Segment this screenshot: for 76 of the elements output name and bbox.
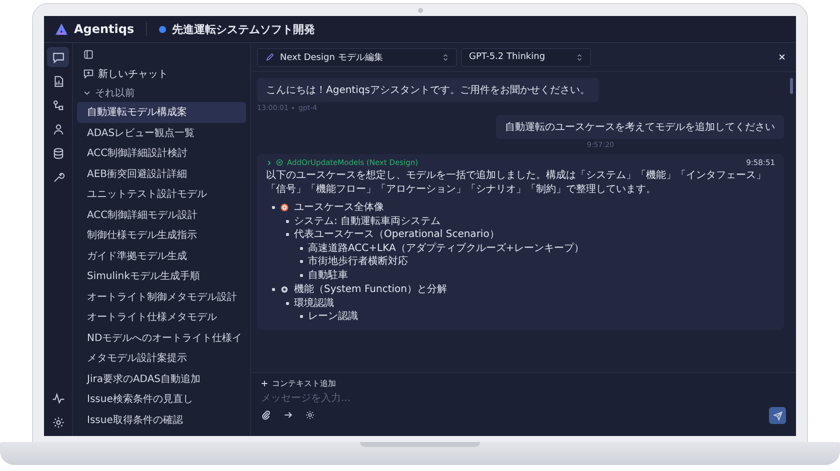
user-message: 自動運転のユースケースを考えてモデルを追加してください (496, 115, 784, 139)
send-icon (772, 410, 782, 420)
project-title: 先進運転システムソフト開発 (172, 22, 316, 36)
user-icon (52, 122, 64, 136)
database-icon (52, 146, 64, 160)
tools-icon (52, 170, 64, 184)
bullet-icon (286, 220, 289, 223)
add-context-button[interactable]: コンテキスト追加 (261, 377, 336, 390)
chat-history-item[interactable]: ACC制御詳細設計検討 (77, 143, 246, 164)
bullet-icon (300, 274, 303, 277)
chat-history-item[interactable]: Issue取得条件の確認 (77, 410, 246, 430)
chat-history-item[interactable]: 制御仕様モデル生成指示 (77, 225, 246, 246)
assistant-message: こんにちは！Agentiqsアシスタントです。ご用件をお聞かせください。 (257, 78, 599, 102)
camera-icon (418, 8, 422, 13)
list-item: ユースケース全体像 (294, 201, 384, 214)
response-paragraph: 以下のユースケースを想定し、モデルを一括で追加しました。構成は「システム」「機能」「インタフェース」「信号」「機能フロー」「アロケーション」「シナリオ」「制約」で整理しています。 (266, 169, 767, 197)
chat-history-item[interactable]: ユニットテスト設計モデル (77, 184, 246, 204)
chat-history-item[interactable]: ADASレビュー観点一覧 (77, 122, 246, 143)
chat-history-item[interactable]: オートライト仕様メタモデル (77, 307, 246, 328)
scrollbar[interactable] (790, 78, 793, 94)
paperclip-icon (261, 410, 271, 420)
chat-history-item[interactable]: ガイド準拠モデル生成 (77, 246, 246, 266)
list-item: 自動駐車 (308, 268, 348, 282)
report-icon (52, 74, 64, 88)
bullet-icon (272, 206, 275, 210)
settings-icon (52, 416, 64, 428)
chat-history-item[interactable]: Simulinkモデル生成手順 (77, 266, 246, 286)
new-chat-icon (83, 68, 94, 79)
bullet-icon (272, 288, 275, 292)
chat-history-item[interactable]: メタモデル設計案提示 (77, 348, 246, 368)
list-item: 代表ユースケース（Operational Scenario） (294, 228, 500, 242)
pencil-icon (265, 52, 275, 62)
bullet-icon (300, 246, 303, 250)
settings-button[interactable] (305, 410, 317, 422)
chat-history-item[interactable]: Jira要求のADAS自動追加 (77, 368, 246, 389)
new-chat-button[interactable]: 新しいチャット (77, 64, 246, 83)
list-item: レーン認識 (308, 310, 358, 324)
list-item: 市街地歩行者横断対応 (308, 255, 408, 268)
mode-select[interactable]: Next Design モデル編集 (257, 48, 457, 66)
chat-history-item[interactable]: オートライト制御メタモデル設計 (77, 286, 246, 307)
brand-name: Agentiqs (74, 22, 134, 36)
bullet-icon (300, 260, 303, 264)
list-item: システム: 自動運転車両システム (294, 214, 441, 228)
send-button[interactable] (769, 407, 786, 424)
chat-history-item[interactable]: NDモデルへのオートライト仕様イ (77, 328, 246, 348)
updown-icon (442, 52, 449, 62)
arrow-icon (283, 410, 293, 420)
circle-x-icon (276, 159, 283, 166)
logo-icon (54, 22, 69, 36)
panel-toggle-icon (83, 49, 94, 60)
chat-history-item[interactable]: 自動運転モデル構成案 (77, 102, 246, 122)
plus-icon (261, 380, 268, 387)
attach-button[interactable] (261, 410, 273, 422)
settings-icon (305, 410, 315, 420)
model-select[interactable]: GPT-5.2 Thinking (461, 48, 591, 66)
bullet-icon (286, 233, 289, 236)
project-dot-icon (159, 26, 166, 32)
close-icon (778, 53, 786, 61)
bullet-icon (286, 302, 289, 305)
updown-icon (576, 52, 583, 62)
pulse-icon (52, 392, 64, 404)
list-item: 機能（System Function）と分解 (294, 283, 448, 296)
chat-history-item[interactable]: Issue検索条件の見直し (77, 389, 246, 410)
chat-icon (52, 50, 64, 64)
chat-history-item[interactable]: ACC制御詳細モデル設計 (77, 204, 246, 225)
list-item: 高速道路ACC+LKA（アダプティブクルーズ+レーンキープ） (308, 242, 584, 255)
chat-history-item[interactable]: AEB衝突回避設計詳細 (77, 164, 246, 184)
list-item: 環境認識 (294, 296, 334, 310)
chat-nav-button[interactable] (47, 47, 69, 67)
message-input[interactable]: メッセージを入力... (261, 390, 786, 407)
chevron-icon (266, 160, 272, 166)
section-header[interactable]: それ以前 (77, 83, 246, 102)
target-icon (280, 203, 289, 212)
separator-dot-icon (292, 107, 294, 109)
bullet-icon (300, 315, 303, 318)
flow-icon (52, 98, 64, 112)
